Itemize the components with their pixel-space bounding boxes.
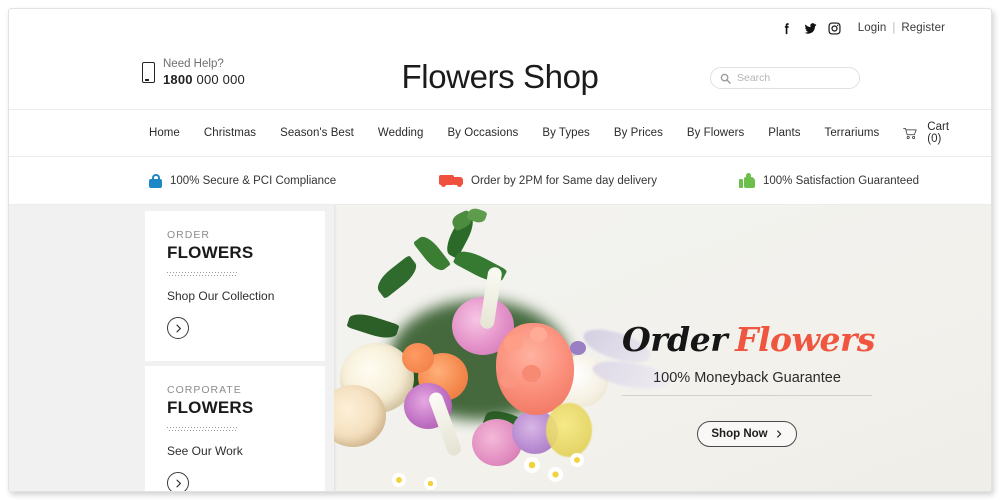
promo-card-corporate-flowers[interactable]: CORPORATE FLOWERS See Our Work (145, 366, 325, 491)
purple-accent (570, 341, 586, 355)
hero-image: Order Flowers 100% Moneyback Guarantee Sh… (334, 205, 991, 491)
nav-item-by-types[interactable]: By Types (542, 127, 590, 139)
masthead: Need Help? 1800 000 000 Flowers Shop (9, 47, 991, 109)
dotted-divider (167, 272, 237, 277)
instagram-icon[interactable] (827, 21, 842, 36)
hero-guarantee-text: 100% Moneyback Guarantee (622, 356, 872, 396)
yellow-filler (546, 403, 592, 457)
nav-item-by-flowers[interactable]: By Flowers (687, 127, 744, 139)
coral-petal (522, 365, 541, 382)
hero-copy: Order Flowers 100% Moneyback Guarantee Sh… (622, 320, 875, 447)
twitter-icon[interactable] (803, 21, 818, 36)
promo-kicker: CORPORATE (167, 384, 242, 396)
promo-kicker: ORDER (167, 229, 210, 241)
cart-button[interactable]: Cart (0) (903, 121, 955, 145)
promo-arrow-button[interactable] (167, 472, 189, 491)
rose-orange-small (402, 343, 434, 373)
coral-petal (530, 327, 547, 342)
search-box[interactable] (710, 67, 860, 89)
hero-headline: Order Flowers (622, 320, 875, 359)
utility-topbar: Login | Register (9, 9, 991, 47)
daisy (548, 467, 563, 482)
cart-icon (903, 127, 917, 139)
nav-item-by-occasions[interactable]: By Occasions (447, 127, 518, 139)
facebook-icon[interactable] (779, 21, 794, 36)
chevron-right-icon (776, 430, 781, 438)
daisy (524, 457, 540, 473)
nav-item-home[interactable]: Home (149, 127, 180, 139)
trust-label-secure: 100% Secure & PCI Compliance (170, 174, 337, 187)
trust-item-satisfaction: 100% Satisfaction Guaranteed (739, 173, 919, 188)
daisy (570, 453, 584, 467)
thumbs-up-icon (739, 173, 755, 188)
trust-item-secure: 100% Secure & PCI Compliance (149, 173, 439, 188)
chevron-right-icon (175, 479, 181, 487)
leaf (346, 309, 400, 343)
shop-now-label: Shop Now (711, 428, 768, 440)
nav-item-christmas[interactable]: Christmas (204, 127, 256, 139)
promo-title: FLOWERS (167, 243, 254, 262)
lock-icon (149, 173, 162, 188)
search-icon (720, 73, 731, 84)
promo-subtitle: Shop Our Collection (167, 289, 275, 303)
page-frame: Login | Register Need Help? 1800 000 000… (8, 8, 992, 492)
promo-card-order-flowers[interactable]: ORDER FLOWERS Shop Our Collection (145, 211, 325, 361)
leaf (412, 232, 452, 275)
hero-headline-word-2: Flowers (735, 320, 875, 359)
nav-item-seasons-best[interactable]: Season's Best (280, 127, 354, 139)
nav-item-plants[interactable]: Plants (768, 127, 800, 139)
hero-section: ORDER FLOWERS Shop Our Collection CORPOR… (9, 205, 991, 491)
trust-bar: 100% Secure & PCI Compliance Order by 2P… (9, 157, 991, 204)
daisy (424, 477, 437, 490)
shop-now-button[interactable]: Shop Now (697, 421, 797, 447)
cart-label: Cart (0) (927, 121, 950, 145)
auth-separator: | (892, 22, 896, 34)
promo-subtitle: See Our Work (167, 444, 243, 458)
register-link[interactable]: Register (901, 22, 945, 34)
leaf (372, 254, 422, 300)
hero-sidebar: ORDER FLOWERS Shop Our Collection CORPOR… (145, 211, 325, 491)
chevron-right-icon (175, 324, 181, 332)
trust-label-satisfaction: 100% Satisfaction Guaranteed (763, 174, 919, 187)
nav-item-terrariums[interactable]: Terrariums (825, 127, 880, 139)
main-navigation: Home Christmas Season's Best Wedding By … (9, 110, 991, 156)
truck-icon (439, 174, 463, 187)
nav-item-by-prices[interactable]: By Prices (614, 127, 663, 139)
promo-title: FLOWERS (167, 398, 254, 417)
coral-petal (504, 335, 522, 351)
daisy (392, 473, 406, 487)
dotted-divider (167, 427, 237, 432)
coral-petal (500, 373, 517, 388)
trust-label-delivery: Order by 2PM for Same day delivery (471, 174, 657, 187)
trust-item-delivery: Order by 2PM for Same day delivery (439, 174, 739, 187)
nav-item-wedding[interactable]: Wedding (378, 127, 424, 139)
hero-headline-word-1: Order (622, 320, 728, 359)
social-links (779, 21, 842, 36)
search-input[interactable] (737, 72, 850, 84)
login-link[interactable]: Login (858, 22, 887, 34)
promo-arrow-button[interactable] (167, 317, 189, 339)
